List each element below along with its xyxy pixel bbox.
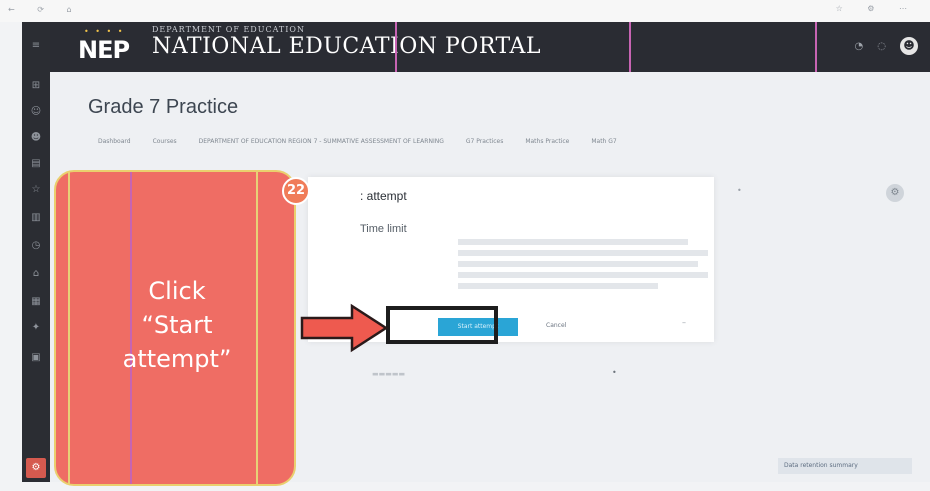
- breadcrumb-item[interactable]: G7 Practices: [466, 138, 503, 145]
- breadcrumb-item[interactable]: Math G7: [591, 138, 616, 145]
- chat-icon[interactable]: ◌: [877, 41, 886, 52]
- instruction-callout: Click “Start attempt”: [54, 170, 296, 486]
- badge-icon[interactable]: ✦: [30, 322, 42, 334]
- dialog-title: : attempt: [360, 189, 407, 203]
- page-title: Grade 7 Practice: [88, 96, 239, 118]
- gear-icon[interactable]: ⚙: [886, 184, 904, 202]
- breadcrumb-item[interactable]: Dashboard: [98, 138, 131, 145]
- breadcrumb: Dashboard Courses DEPARTMENT OF EDUCATIO…: [98, 138, 617, 145]
- star-icon[interactable]: ☆: [30, 184, 42, 196]
- archive-icon[interactable]: ▥: [30, 212, 42, 224]
- step-number-badge: 22: [282, 177, 310, 205]
- cancel-link[interactable]: Cancel: [546, 322, 566, 329]
- nep-logo[interactable]: NEP: [78, 36, 130, 64]
- screen: ← ⟳ ⌂ ☆ ⚙ ⋯ ≡ ⊞ ☺ ☻ ▤ ☆ ▥ ◷ ⌂ ▦ ✦ ▣ ⚙ • …: [0, 0, 930, 491]
- menu-icon[interactable]: ≡: [30, 40, 42, 52]
- portal-name: NATIONAL EDUCATION PORTAL: [152, 34, 541, 59]
- clock-icon[interactable]: ◷: [30, 240, 42, 252]
- guide-line: [395, 22, 397, 72]
- calendar-icon[interactable]: ▦: [30, 296, 42, 308]
- department-line: DEPARTMENT OF EDUCATION: [152, 25, 305, 34]
- guide-line: [815, 22, 817, 72]
- breadcrumb-item[interactable]: Maths Practice: [525, 138, 569, 145]
- settings-icon[interactable]: ⚙: [26, 458, 46, 478]
- user-icon[interactable]: ☺: [30, 106, 42, 118]
- breadcrumb-item[interactable]: Courses: [153, 138, 177, 145]
- portal-header: • • • • NEP DEPARTMENT OF EDUCATION NATI…: [50, 22, 930, 72]
- time-limit-label: Time limit: [360, 223, 407, 235]
- browser-toolbar: ← ⟳ ⌂ ☆ ⚙ ⋯: [0, 0, 930, 22]
- browser-extension-icons[interactable]: ☆ ⚙ ⋯: [836, 4, 918, 13]
- pointer-arrow-icon: [300, 303, 389, 353]
- people-icon[interactable]: ☻: [30, 132, 42, 144]
- header-actions: ◔ ◌ ☻: [855, 36, 918, 56]
- breadcrumb-item[interactable]: DEPARTMENT OF EDUCATION REGION 7 - SUMMA…: [199, 138, 444, 145]
- logo-dots-icon: • • • •: [84, 27, 125, 36]
- book-icon[interactable]: ▤: [30, 158, 42, 170]
- start-button-highlight: [386, 306, 498, 344]
- grid-icon[interactable]: ⊞: [30, 80, 42, 92]
- avatar[interactable]: ☻: [900, 37, 918, 55]
- browser-nav-icons[interactable]: ← ⟳ ⌂: [8, 5, 82, 14]
- data-retention-link[interactable]: Data retention summary: [778, 458, 912, 474]
- ghost-text: ▬▬▬▬▬: [372, 370, 406, 378]
- instruction-text: Click “Start attempt”: [122, 277, 232, 373]
- document-icon[interactable]: ▣: [30, 352, 42, 364]
- dash-icon: –: [682, 318, 686, 327]
- dot-icon: •: [737, 186, 742, 195]
- guide-line: [629, 22, 631, 72]
- notification-icon[interactable]: ◔: [855, 41, 864, 52]
- side-drawer: ≡ ⊞ ☺ ☻ ▤ ☆ ▥ ◷ ⌂ ▦ ✦ ▣ ⚙: [22, 22, 50, 482]
- dot-icon: •: [612, 368, 617, 377]
- home-icon[interactable]: ⌂: [30, 268, 42, 280]
- dialog-body-text: [458, 239, 718, 289]
